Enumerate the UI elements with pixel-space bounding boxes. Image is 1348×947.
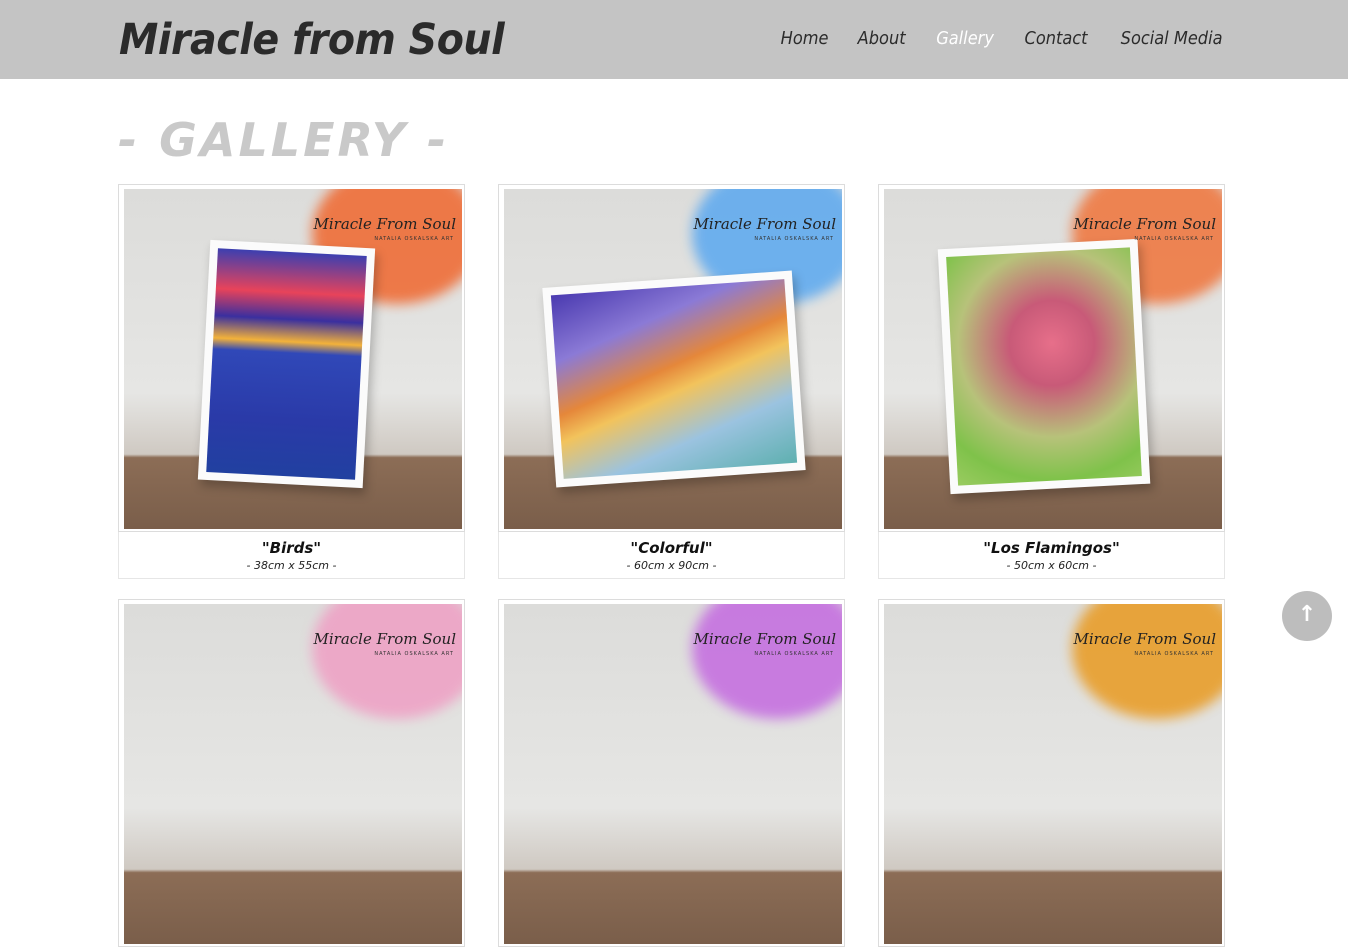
watermark-logo: Miracle From Soul <box>313 215 456 233</box>
painting-title: "Los Flamingos" <box>983 539 1120 557</box>
arrow-up-icon: ↑ <box>1297 602 1317 627</box>
nav-about[interactable]: About <box>858 24 906 54</box>
card-caption: "Los Flamingos" - 50cm x 60cm - <box>878 532 1225 579</box>
gallery-card[interactable]: Miracle From Soul NATALIA OSKALSKA ART "… <box>498 184 847 579</box>
nav-social-media[interactable]: Social Media <box>1121 24 1223 54</box>
watermark-logo: Miracle From Soul <box>313 630 456 648</box>
painting-size: - 60cm x 90cm - <box>626 559 717 572</box>
painting-photo[interactable]: Miracle From Soul NATALIA OSKALSKA ART <box>498 599 845 947</box>
painting-photo[interactable]: Miracle From Soul NATALIA OSKALSKA ART <box>118 184 465 532</box>
card-caption: "Colorful" - 60cm x 90cm - <box>498 532 845 579</box>
painting-size: - 38cm x 55cm - <box>246 559 337 572</box>
page-title: - GALLERY - <box>118 113 450 167</box>
watermark-logo: Miracle From Soul <box>693 630 836 648</box>
gallery-card[interactable]: Miracle From Soul NATALIA OSKALSKA ART "… <box>118 184 467 579</box>
site-logo[interactable]: Miracle from Soul <box>119 12 505 68</box>
card-caption: "Birds" - 38cm x 55cm - <box>118 532 465 579</box>
painting-title: "Colorful" <box>630 539 713 557</box>
watermark-logo: Miracle From Soul <box>1073 215 1216 233</box>
watermark-logo: Miracle From Soul <box>693 215 836 233</box>
main-nav: Home About Gallery Contact Social Media <box>778 24 1228 54</box>
painting-photo[interactable]: Miracle From Soul NATALIA OSKALSKA ART <box>498 184 845 532</box>
scroll-to-top-button[interactable]: ↑ <box>1282 591 1332 641</box>
gallery-grid: Miracle From Soul NATALIA OSKALSKA ART "… <box>118 184 1227 947</box>
painting-size: - 50cm x 60cm - <box>1006 559 1097 572</box>
nav-contact[interactable]: Contact <box>1024 24 1087 54</box>
painting-title: "Birds" <box>261 539 322 557</box>
gallery-card[interactable]: Miracle From Soul NATALIA OSKALSKA ART <box>878 599 1227 947</box>
gallery-card[interactable]: Miracle From Soul NATALIA OSKALSKA ART <box>498 599 847 947</box>
gallery-card[interactable]: Miracle From Soul NATALIA OSKALSKA ART <box>118 599 467 947</box>
watermark-logo: Miracle From Soul <box>1073 630 1216 648</box>
top-navbar: Miracle from Soul Home About Gallery Con… <box>0 0 1348 79</box>
nav-home[interactable]: Home <box>781 24 829 54</box>
painting-photo[interactable]: Miracle From Soul NATALIA OSKALSKA ART <box>878 184 1225 532</box>
painting-photo[interactable]: Miracle From Soul NATALIA OSKALSKA ART <box>878 599 1225 947</box>
nav-gallery[interactable]: Gallery <box>936 24 994 54</box>
painting-photo[interactable]: Miracle From Soul NATALIA OSKALSKA ART <box>118 599 465 947</box>
gallery-card[interactable]: Miracle From Soul NATALIA OSKALSKA ART "… <box>878 184 1227 579</box>
